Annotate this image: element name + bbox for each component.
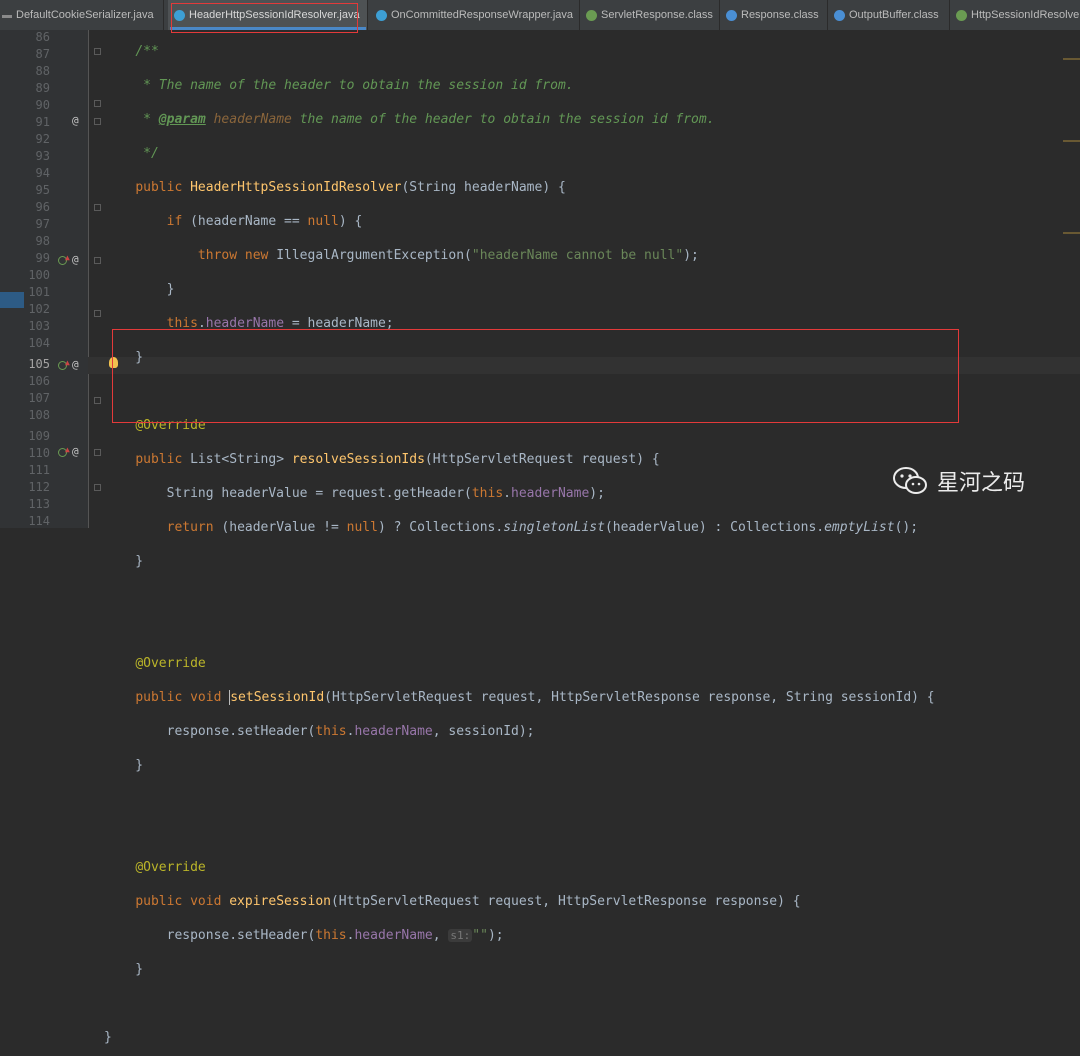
- code-line: }: [104, 758, 144, 773]
- code-line: public void setSessionId(HttpServletRequ…: [135, 690, 935, 705]
- code-line: @Override: [135, 860, 206, 875]
- tab-label: Response.class: [741, 9, 819, 21]
- override-arrow-icon: ▲: [65, 358, 70, 367]
- line-number: 95: [35, 183, 50, 197]
- watermark-text: 星河之码: [937, 471, 1026, 496]
- tab-http-session-id-resolver[interactable]: HttpSessionIdResolver.: [950, 0, 1080, 30]
- line-number: 112: [28, 480, 50, 494]
- java-class-icon: [834, 9, 845, 21]
- code-line: public List<String> resolveSessionIds(Ht…: [135, 452, 660, 467]
- java-class-icon: [376, 9, 387, 21]
- line-number: 108: [28, 408, 50, 422]
- line-number: 107: [28, 391, 50, 405]
- line-number: 110: [28, 446, 50, 460]
- line-number: 88: [35, 64, 50, 78]
- fold-marker[interactable]: [94, 257, 101, 264]
- interface-icon: [586, 9, 597, 21]
- line-number: 91: [35, 115, 50, 129]
- line-number: 109: [28, 429, 50, 443]
- code-line: String headerValue = request.getHeader(t…: [104, 486, 605, 501]
- line-number: 89: [35, 81, 50, 95]
- line-number: 86: [35, 30, 50, 44]
- line-number: 94: [35, 166, 50, 180]
- close-icon[interactable]: ▬: [2, 10, 12, 21]
- annotation-at-icon[interactable]: @: [72, 253, 79, 266]
- gutter-divider: [88, 30, 89, 528]
- line-number: 98: [35, 234, 50, 248]
- code-line: }: [104, 350, 144, 365]
- line-number: 104: [28, 336, 50, 350]
- annotation-at-icon[interactable]: @: [72, 114, 79, 127]
- java-class-icon: [174, 9, 185, 21]
- override-arrow-icon: ▲: [65, 445, 70, 454]
- annotation-at-icon[interactable]: @: [72, 358, 79, 371]
- tab-label: HeaderHttpSessionIdResolver.java: [189, 9, 360, 21]
- tab-label: DefaultCookieSerializer.java: [16, 9, 154, 21]
- code-line: if (headerName == null) {: [166, 214, 363, 229]
- fold-marker[interactable]: [94, 118, 101, 125]
- tab-label: OnCommittedResponseWrapper.java: [391, 9, 573, 21]
- interface-icon: [956, 9, 967, 21]
- line-number: 92: [35, 132, 50, 146]
- line-number: 114: [28, 514, 50, 528]
- tab-label: HttpSessionIdResolver.: [971, 9, 1080, 21]
- fold-marker[interactable]: [94, 310, 101, 317]
- code-line: }: [104, 282, 175, 297]
- code-line: }: [104, 1030, 112, 1045]
- left-panel-marker: [0, 292, 24, 308]
- code-editor[interactable]: /** * The name of the header to obtain t…: [104, 26, 935, 1056]
- line-number: 93: [35, 149, 50, 163]
- code-line: throw new IllegalArgumentException("head…: [197, 248, 699, 263]
- line-number: 106: [28, 374, 50, 388]
- parameter-hint: s1:: [448, 929, 473, 942]
- code-line: }: [104, 962, 144, 977]
- code-line: */: [104, 146, 159, 161]
- line-number: 100: [28, 268, 50, 282]
- code-line: public HeaderHttpSessionIdResolver(Strin…: [135, 180, 566, 195]
- code-line: }: [104, 554, 144, 569]
- code-line: response.setHeader(this.headerName, sess…: [104, 724, 535, 739]
- line-number: 103: [28, 319, 50, 333]
- line-number: 90: [35, 98, 50, 112]
- annotation-at-icon[interactable]: @: [72, 445, 79, 458]
- line-number: 111: [28, 463, 50, 477]
- fold-marker[interactable]: [94, 100, 101, 107]
- java-class-icon: [726, 9, 737, 21]
- tab-label: ServletResponse.class: [601, 9, 713, 21]
- line-number: 113: [28, 497, 50, 511]
- scrollbar-marker: [1063, 232, 1080, 234]
- fold-marker[interactable]: [94, 449, 101, 456]
- fold-marker[interactable]: [94, 484, 101, 491]
- code-line: * @param headerName the name of the head…: [104, 112, 715, 127]
- override-arrow-icon: ▲: [65, 253, 70, 262]
- wechat-icon: [893, 467, 927, 495]
- fold-marker[interactable]: [94, 48, 101, 55]
- watermark: 星河之码: [893, 458, 1025, 504]
- scrollbar-marker: [1063, 140, 1080, 142]
- tab-label: OutputBuffer.class: [849, 9, 939, 21]
- code-line: @Override: [135, 656, 206, 671]
- line-number: 97: [35, 217, 50, 231]
- line-number: 87: [35, 47, 50, 61]
- line-number-current: 105: [28, 357, 50, 371]
- fold-marker[interactable]: [94, 397, 101, 404]
- scrollbar-marker: [1063, 58, 1080, 60]
- code-line: public void expireSession(HttpServletReq…: [135, 894, 801, 909]
- line-number: 99: [35, 251, 50, 265]
- code-line: * The name of the header to obtain the s…: [135, 78, 574, 93]
- code-line: /**: [135, 44, 159, 59]
- fold-marker[interactable]: [94, 204, 101, 211]
- code-line: response.setHeader(this.headerName, s1: "…: [104, 928, 504, 943]
- line-number: 96: [35, 200, 50, 214]
- code-line: this.headerName = headerName;: [166, 316, 394, 331]
- code-line: @Override: [135, 418, 206, 433]
